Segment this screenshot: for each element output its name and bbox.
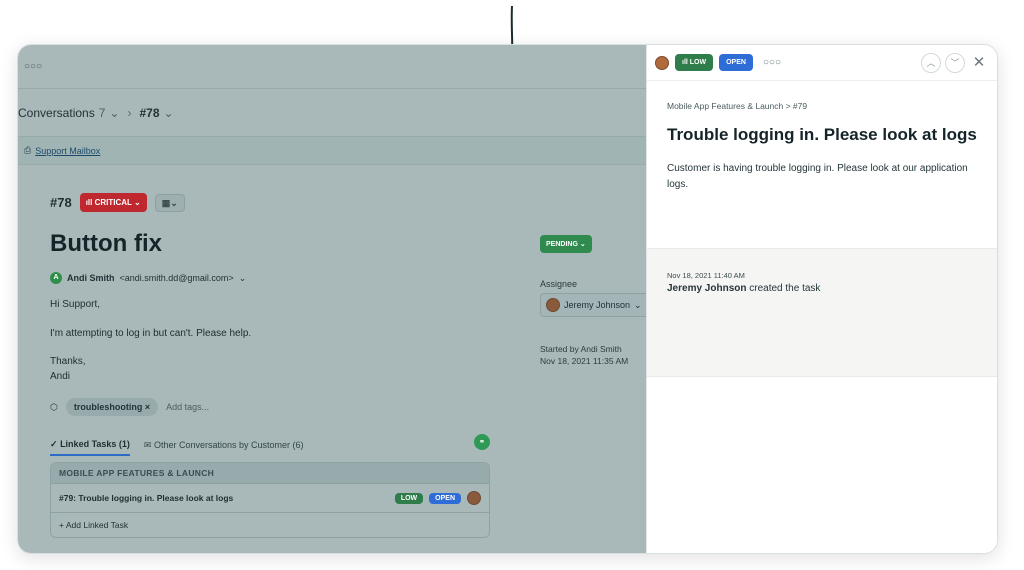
task-title: Trouble logging in. Please look at logs xyxy=(667,125,977,144)
support-mailbox-link[interactable]: Support Mailbox xyxy=(35,146,100,156)
more-options-icon[interactable]: ○○○ xyxy=(763,57,781,68)
started-info: Started by Andi Smith Nov 18, 2021 11:35… xyxy=(540,344,629,367)
signal-icon: ıll xyxy=(682,59,690,66)
avatar xyxy=(546,298,560,312)
priority-label: CRITICAL xyxy=(94,198,132,207)
tags-row: ⬡ troubleshooting × Add tags... xyxy=(50,398,490,416)
panel-toolbar: ıll LOW OPEN ○○○ ︿ ﹀ ✕ xyxy=(647,45,997,81)
ticket-header: #78 ıll CRITICAL ⌄ ▦⌄ xyxy=(50,193,490,212)
breadcrumb-separator-icon: › xyxy=(127,105,132,120)
mailbox-bar: ⎙ Support Mailbox xyxy=(18,137,646,165)
conversation-view: ○○○ Conversations 7 ⌄ › #78 ⌄ ⎙ Support … xyxy=(18,45,650,553)
activity-entry: Jeremy Johnson created the task xyxy=(667,283,821,294)
chevron-down-icon: ⌄ xyxy=(634,299,642,310)
conversations-count: 7 xyxy=(98,105,106,120)
assignee-label: Assignee xyxy=(540,279,578,289)
inbox-icon: ⎙ xyxy=(24,145,32,155)
linked-tasks-table: MOBILE APP FEATURES & LAUNCH #79: Troubl… xyxy=(50,462,490,538)
menu-dots-icon[interactable]: ○○○ xyxy=(24,61,42,72)
signature: Thanks, Andi xyxy=(50,356,86,382)
greeting: Hi Support, xyxy=(50,299,101,310)
linked-task-badges: LOW OPEN xyxy=(394,491,481,505)
sender-row[interactable]: A Andi Smith <andi.smith.dd@gmail.com> ⌄ xyxy=(50,272,490,284)
status-badge: OPEN xyxy=(429,492,461,504)
activity-log: Nov 18, 2021 11:40 AM Jeremy Johnson cre… xyxy=(647,249,997,377)
chevron-down-icon[interactable]: ﹀ xyxy=(945,53,965,73)
priority-badge[interactable]: ıll LOW xyxy=(675,54,714,71)
due-date-button[interactable]: ▦⌄ xyxy=(154,193,185,212)
ticket-title: Button fix xyxy=(50,230,162,257)
chevron-up-icon[interactable]: ︿ xyxy=(921,53,941,73)
check-icon: ✓ xyxy=(50,438,58,449)
avatar[interactable] xyxy=(655,55,669,70)
conversations-label[interactable]: Conversations xyxy=(18,106,95,120)
signal-icon: ıll xyxy=(85,198,93,207)
status-badge[interactable]: OPEN xyxy=(719,54,753,71)
chevron-down-icon: ⌄ xyxy=(238,272,247,283)
avatar: A xyxy=(50,272,62,284)
linked-task-title[interactable]: #79: Trouble logging in. Please look at … xyxy=(59,493,233,503)
app-window: ○○○ Conversations 7 ⌄ › #78 ⌄ ⎙ Support … xyxy=(17,44,998,554)
chevron-down-icon: ⌄ xyxy=(134,198,141,207)
message-body: Hi Support, I'm attempting to log in but… xyxy=(50,298,490,384)
top-bar: ○○○ xyxy=(18,45,646,89)
panel-controls: ︿ ﹀ ✕ xyxy=(921,53,989,73)
table-row[interactable]: #79: Trouble logging in. Please look at … xyxy=(51,483,489,512)
sender-email: <andi.smith.dd@gmail.com> xyxy=(119,273,234,283)
priority-badge: LOW xyxy=(394,492,424,504)
assignee-select[interactable]: Jeremy Johnson ⌄ xyxy=(540,293,650,317)
priority-badge[interactable]: ıll CRITICAL ⌄ xyxy=(79,193,147,212)
tag-icon: ⬡ xyxy=(50,401,58,412)
breadcrumb[interactable]: Mobile App Features & Launch > #79 xyxy=(667,101,979,111)
calendar-icon: ▦ xyxy=(161,197,171,208)
status-badge[interactable]: PENDING ⌄ xyxy=(540,235,592,253)
activity-time: Nov 18, 2021 11:40 AM xyxy=(667,271,745,280)
tab-other-conversations[interactable]: ✉ Other Conversations by Customer (6) xyxy=(144,440,304,455)
add-tags-input[interactable]: Add tags... xyxy=(166,402,209,412)
tabs: ✓ Linked Tasks (1) ✉ Other Conversations… xyxy=(50,434,490,458)
close-icon[interactable]: × xyxy=(145,402,150,412)
linked-group-header: MOBILE APP FEATURES & LAUNCH xyxy=(51,463,489,483)
conversation-nav: Conversations 7 ⌄ › #78 ⌄ xyxy=(18,89,646,137)
tab-linked-tasks[interactable]: ✓ Linked Tasks (1) xyxy=(50,439,130,456)
sender-name: Andi Smith xyxy=(67,273,115,283)
chevron-down-icon[interactable]: ⌄ xyxy=(164,106,174,120)
ticket-content: #78 ıll CRITICAL ⌄ ▦⌄ Button fix A Andi … xyxy=(50,193,490,538)
message-text: I'm attempting to log in but can't. Plea… xyxy=(50,327,252,339)
current-conversation[interactable]: #78 xyxy=(139,106,159,120)
close-icon[interactable]: ✕ xyxy=(969,53,989,73)
avatar xyxy=(467,491,481,505)
ticket-sidebar: PENDING ⌄ Assignee Jeremy Johnson ⌄ Star… xyxy=(540,235,650,368)
task-details: Mobile App Features & Launch > #79 Troub… xyxy=(647,81,997,249)
add-linked-task-button[interactable]: + Add Linked Task xyxy=(51,512,489,537)
ticket-id: #78 xyxy=(50,195,72,210)
link-icon[interactable]: ⚭ xyxy=(474,434,490,450)
tag-chip[interactable]: troubleshooting × xyxy=(65,398,159,416)
tag-label: troubleshooting xyxy=(73,402,143,412)
task-detail-panel: ıll LOW OPEN ○○○ ︿ ﹀ ✕ Mobile App Featur… xyxy=(646,45,997,553)
task-description: Customer is having trouble logging in. P… xyxy=(667,163,968,190)
chevron-down-icon[interactable]: ⌄ xyxy=(109,106,119,120)
mail-icon: ✉ xyxy=(143,439,152,450)
